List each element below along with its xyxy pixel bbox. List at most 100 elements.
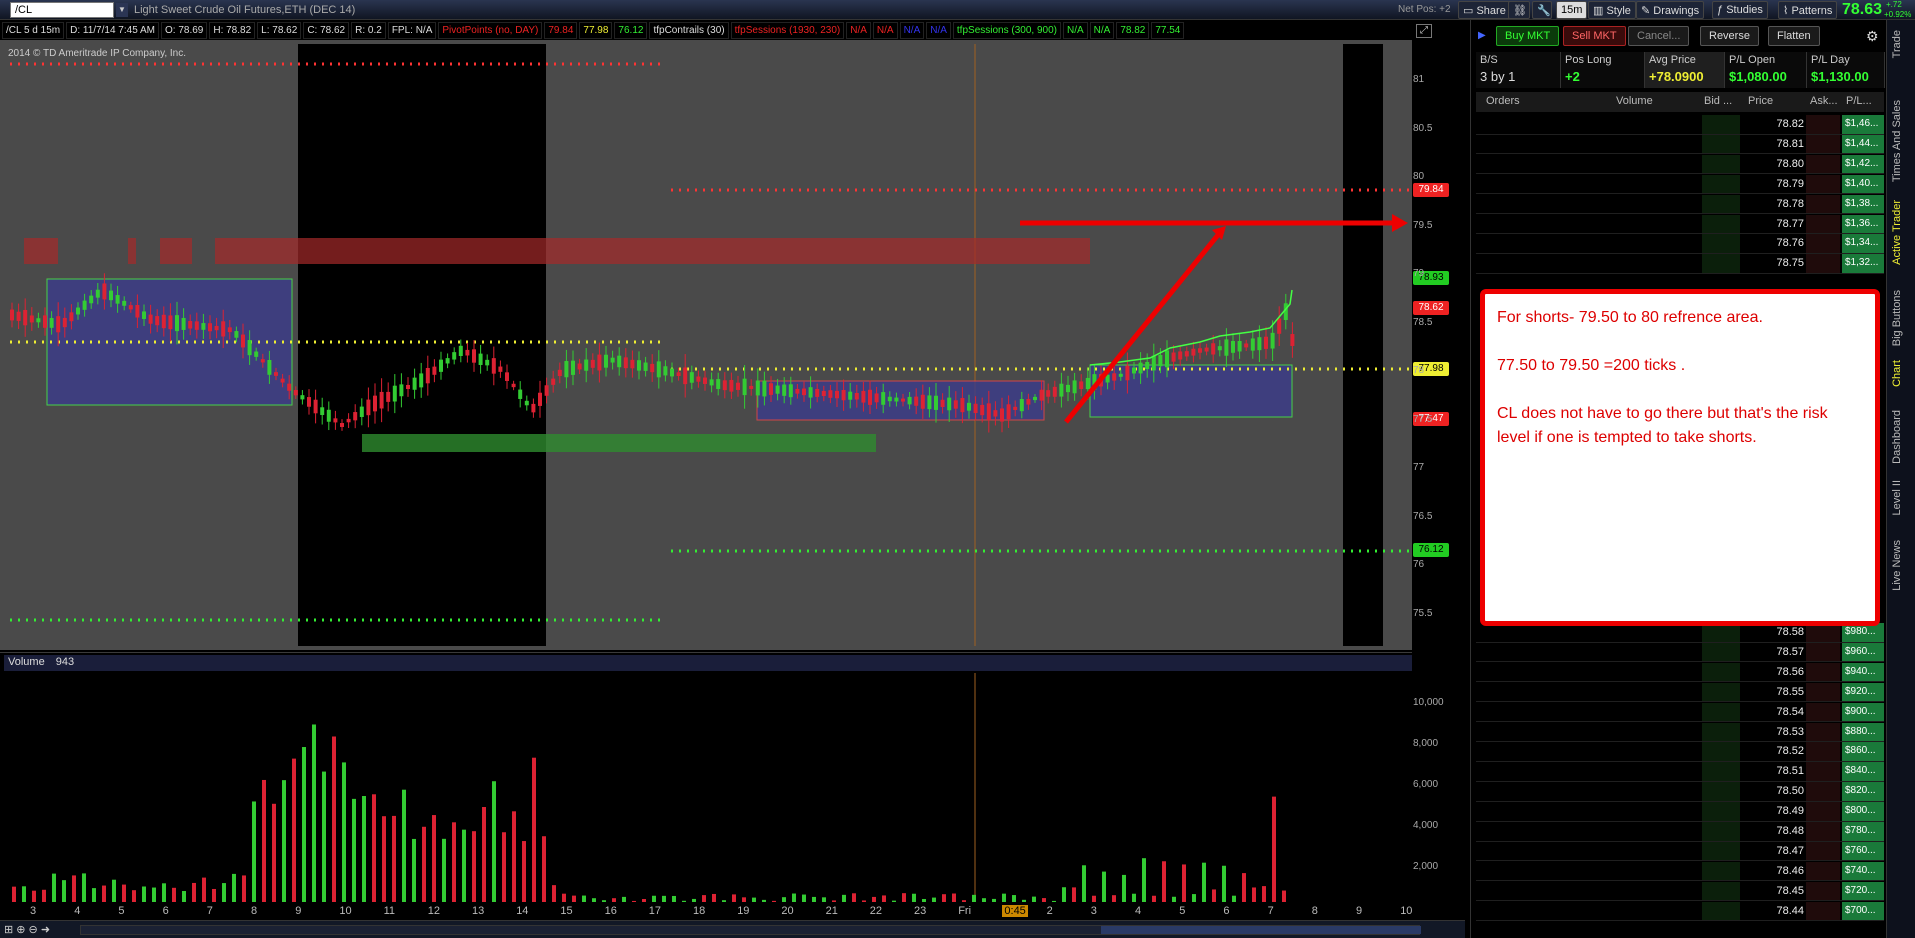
ladder-row[interactable]: 78.51 $840... <box>1476 762 1884 782</box>
ask-cell[interactable] <box>1806 642 1840 662</box>
col-ask[interactable]: Ask... <box>1810 95 1838 107</box>
ladder-row[interactable]: 78.55 $920... <box>1476 682 1884 703</box>
ask-cell[interactable] <box>1806 154 1840 174</box>
ladder-row[interactable]: 78.54 $900... <box>1476 702 1884 723</box>
bid-cell[interactable] <box>1702 702 1740 722</box>
ladder-row[interactable]: 78.78 $1,38... <box>1476 194 1884 215</box>
ask-cell[interactable] <box>1806 782 1840 801</box>
ask-cell[interactable] <box>1806 214 1840 233</box>
bid-cell[interactable] <box>1702 802 1740 821</box>
settings-wrench-button[interactable]: 🔧 <box>1532 1 1552 19</box>
bid-cell[interactable] <box>1702 254 1740 273</box>
link-button[interactable]: ⛓ <box>1508 1 1530 19</box>
ladder-row[interactable]: 78.76 $1,34... <box>1476 234 1884 254</box>
bid-cell[interactable] <box>1702 881 1740 901</box>
ask-cell[interactable] <box>1806 254 1840 273</box>
ladder-row[interactable]: 78.81 $1,44... <box>1476 134 1884 155</box>
col-pl[interactable]: P/L... <box>1846 95 1872 107</box>
side-tab-2[interactable]: Active Trader <box>1891 200 1903 265</box>
ladder-row[interactable]: 78.79 $1,40... <box>1476 174 1884 195</box>
ask-cell[interactable] <box>1806 722 1840 741</box>
side-tab-0[interactable]: Trade <box>1891 30 1903 58</box>
hdr-contrails[interactable]: tfpContrails (30) <box>649 22 729 39</box>
time-x-axis[interactable]: 3 4 5 6 7 8 9 10 11 12 13 14 15 16 17 18 19 20 21 22 23 Fri 0:… <box>0 902 1412 920</box>
buy-mkt-button[interactable]: Buy MKT <box>1496 26 1560 46</box>
drawings-button[interactable]: ✎ Drawings <box>1636 1 1705 19</box>
ladder-row[interactable]: 78.75 $1,32... <box>1476 254 1884 274</box>
volume-panel[interactable] <box>0 652 1412 903</box>
ladder-row[interactable]: 78.53 $880... <box>1476 722 1884 742</box>
symbol-dropdown-icon[interactable]: ▼ <box>116 3 128 17</box>
bid-cell[interactable] <box>1702 174 1740 194</box>
horizontal-scrollbar[interactable] <box>80 925 1421 935</box>
price-chart[interactable]: 2014 © TD Ameritrade IP Company, Inc. <box>0 40 1412 650</box>
bid-cell[interactable] <box>1702 234 1740 253</box>
ladder-row[interactable]: 78.48 $780... <box>1476 822 1884 842</box>
ask-cell[interactable] <box>1806 134 1840 154</box>
ladder-row[interactable]: 78.47 $760... <box>1476 841 1884 862</box>
style-button[interactable]: ▥ Style <box>1588 1 1636 19</box>
ask-cell[interactable] <box>1806 802 1840 821</box>
bid-cell[interactable] <box>1702 134 1740 154</box>
reverse-button[interactable]: Reverse <box>1700 26 1759 46</box>
symbol-input[interactable]: /CL <box>10 2 114 18</box>
ladder-row[interactable]: 78.52 $860... <box>1476 742 1884 762</box>
ask-cell[interactable] <box>1806 881 1840 901</box>
ask-cell[interactable] <box>1806 762 1840 781</box>
bid-cell[interactable] <box>1702 642 1740 662</box>
studies-button[interactable]: ƒ Studies <box>1712 1 1768 19</box>
ladder-row[interactable]: 78.49 $800... <box>1476 802 1884 822</box>
side-tab-1[interactable]: Times And Sales <box>1891 100 1903 182</box>
bid-cell[interactable] <box>1702 861 1740 881</box>
share-button[interactable]: ▭ Share <box>1458 1 1511 19</box>
gear-icon[interactable]: ⚙ <box>1866 28 1879 45</box>
bid-cell[interactable] <box>1702 194 1740 214</box>
col-price[interactable]: Price <box>1748 95 1773 107</box>
ask-cell[interactable] <box>1806 702 1840 722</box>
bid-cell[interactable] <box>1702 115 1740 134</box>
bid-cell[interactable] <box>1702 762 1740 781</box>
ladder-row[interactable]: 78.80 $1,42... <box>1476 154 1884 175</box>
ask-cell[interactable] <box>1806 861 1840 881</box>
bid-cell[interactable] <box>1702 214 1740 233</box>
timeframe-button[interactable]: 15m <box>1556 1 1588 19</box>
patterns-button[interactable]: ⌇ Patterns <box>1778 1 1838 19</box>
ask-cell[interactable] <box>1806 682 1840 702</box>
bid-cell[interactable] <box>1702 822 1740 841</box>
hdr-symbol-period[interactable]: /CL 5 d 15m <box>2 22 65 39</box>
col-bid[interactable]: Bid ... <box>1704 95 1732 107</box>
ask-cell[interactable] <box>1806 841 1840 861</box>
side-tab-7[interactable]: Live News <box>1891 540 1903 591</box>
bid-cell[interactable] <box>1702 782 1740 801</box>
ladder-row[interactable]: 78.45 $720... <box>1476 881 1884 902</box>
side-tab-6[interactable]: Level II <box>1891 480 1903 515</box>
ask-cell[interactable] <box>1806 742 1840 761</box>
bid-cell[interactable] <box>1702 841 1740 861</box>
ask-cell[interactable] <box>1806 174 1840 194</box>
ask-cell[interactable] <box>1806 822 1840 841</box>
bid-cell[interactable] <box>1702 901 1740 921</box>
hdr-sessions1[interactable]: tfpSessions (1930, 230) <box>730 22 845 39</box>
bid-cell[interactable] <box>1702 154 1740 174</box>
ladder-row[interactable]: 78.46 $740... <box>1476 861 1884 882</box>
col-volume[interactable]: Volume <box>1616 95 1653 107</box>
hdr-sessions2[interactable]: tfpSessions (300, 900) <box>952 22 1061 39</box>
ladder-row[interactable]: 78.56 $940... <box>1476 662 1884 683</box>
ask-cell[interactable] <box>1806 194 1840 214</box>
flatten-button[interactable]: Flatten <box>1768 26 1820 46</box>
scrollbar-thumb[interactable] <box>1101 926 1421 934</box>
sell-mkt-button[interactable]: Sell MKT <box>1563 26 1626 46</box>
ladder-row[interactable]: 78.50 $820... <box>1476 782 1884 802</box>
expand-arrow-icon[interactable]: ▶ <box>1478 30 1486 41</box>
side-tab-5[interactable]: Dashboard <box>1891 410 1903 464</box>
side-tab-3[interactable]: Big Buttons <box>1891 290 1903 346</box>
col-orders[interactable]: Orders <box>1486 95 1520 107</box>
cancel-button[interactable]: Cancel... <box>1628 26 1690 46</box>
ask-cell[interactable] <box>1806 234 1840 253</box>
ask-cell[interactable] <box>1806 901 1840 921</box>
ask-cell[interactable] <box>1806 662 1840 682</box>
bid-cell[interactable] <box>1702 662 1740 682</box>
bid-cell[interactable] <box>1702 742 1740 761</box>
bid-cell[interactable] <box>1702 722 1740 741</box>
ask-cell[interactable] <box>1806 115 1840 134</box>
